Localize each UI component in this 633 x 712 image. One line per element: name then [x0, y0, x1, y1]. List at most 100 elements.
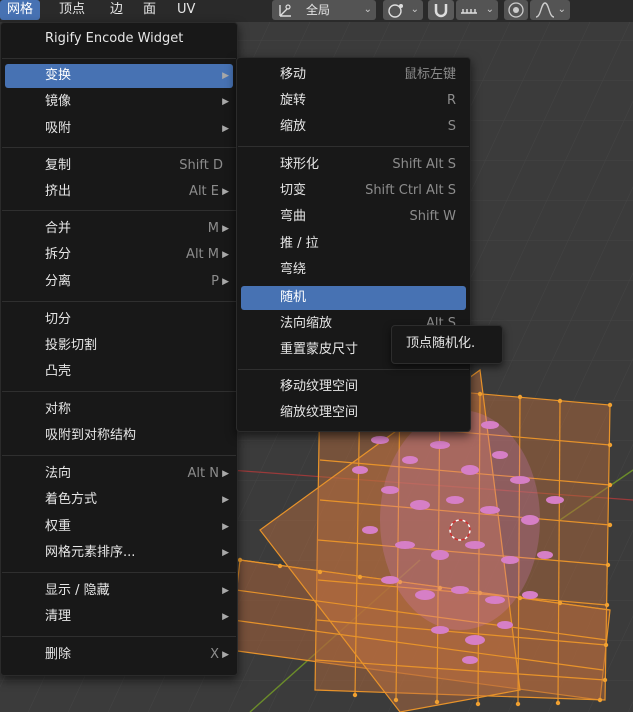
menu-item-label: 权重 [45, 519, 72, 534]
menu-item-clean-up[interactable]: 清理 ▶ [5, 605, 233, 629]
submenu-arrow-icon: ▶ [222, 586, 229, 596]
menu-item-convex-hull[interactable]: 凸壳 [5, 360, 233, 384]
menu-item-shortcut: Shift D [179, 158, 223, 173]
snap-increment-icon [459, 1, 481, 25]
menu-item-shortcut: R [446, 93, 456, 108]
menu-item-label: 移动纹理空间 [280, 379, 359, 394]
menu-mesh[interactable]: 网格 [0, 0, 41, 20]
menu-item-label: 删除 [45, 647, 72, 662]
menu-item-label: 拆分 [45, 247, 72, 262]
chevron-down-icon: ⌄ [485, 4, 494, 15]
menu-item-duplicate[interactable]: 复制 Shift D [5, 154, 233, 178]
menu-item-extrude[interactable]: 挤出 Alt E ▶ [5, 180, 233, 204]
tooltip: 顶点随机化. [391, 325, 503, 364]
submenu-item-scale-texture-space[interactable]: 缩放纹理空间 [241, 401, 466, 425]
snap-toggle[interactable] [428, 0, 454, 20]
chevron-down-icon: ⌄ [363, 4, 372, 15]
menu-uv[interactable]: UV [170, 0, 202, 20]
snap-element-dropdown[interactable]: ⌄ [456, 0, 498, 20]
transform-pivot-icon [276, 0, 296, 26]
menu-item-label: 法向 [45, 466, 72, 481]
tooltip-text: 顶点随机化. [406, 336, 476, 351]
menu-item-delete[interactable]: 删除 X ▶ [5, 643, 233, 667]
snap-icon [387, 1, 407, 25]
submenu-item-shear[interactable]: 切变 Shift Ctrl Alt S [241, 179, 466, 203]
submenu-arrow-icon: ▶ [222, 495, 229, 505]
menu-item-label: 球形化 [280, 157, 320, 172]
submenu-item-move-texture-space[interactable]: 移动纹理空间 [241, 375, 466, 399]
magnet-icon [431, 1, 451, 25]
menu-item-label: 移动 [280, 67, 307, 82]
menu-separator [238, 369, 469, 370]
menu-item-separate[interactable]: 分离 P ▶ [5, 270, 233, 294]
menu-item-show-hide[interactable]: 显示 / 隐藏 ▶ [5, 579, 233, 603]
menu-item-split[interactable]: 拆分 Alt M ▶ [5, 243, 233, 267]
menu-item-shortcut: S [447, 119, 456, 134]
menu-item-label: 缩放纹理空间 [280, 405, 359, 420]
submenu-arrow-icon: ▶ [222, 124, 229, 134]
menu-item-label: 法向缩放 [280, 316, 333, 331]
menu-item-label: 对称 [45, 402, 72, 417]
menu-face[interactable]: 面 [136, 0, 163, 20]
menu-item-label: 变换 [45, 68, 72, 83]
menu-item-mirror[interactable]: 镜像 ▶ [5, 90, 233, 114]
submenu-item-to-sphere[interactable]: 球形化 Shift Alt S [241, 153, 466, 177]
submenu-item-randomize[interactable]: 随机 [241, 286, 466, 310]
menu-item-symmetrize[interactable]: 对称 [5, 398, 233, 422]
submenu-item-rotate[interactable]: 旋转 R [241, 89, 466, 113]
menu-item-rigify-encode-widget[interactable]: Rigify Encode Widget [5, 27, 233, 51]
menu-item-label: 吸附到对称结构 [45, 428, 137, 443]
submenu-item-warp[interactable]: 弯绕 [241, 258, 466, 282]
mesh-menu: Rigify Encode Widget 变换 ▶ 镜像 ▶ 吸附 ▶ 复制 S… [0, 22, 238, 676]
menu-item-shortcut: M [207, 221, 219, 236]
menu-item-shading[interactable]: 着色方式 ▶ [5, 488, 233, 512]
menu-item-shortcut: X [210, 647, 219, 662]
submenu-arrow-icon: ▶ [222, 650, 229, 660]
menu-item-label: 切变 [280, 183, 307, 198]
submenu-item-scale[interactable]: 缩放 S [241, 115, 466, 139]
submenu-arrow-icon: ▶ [222, 277, 229, 287]
menu-item-bisect[interactable]: 切分 [5, 308, 233, 332]
menu-separator [2, 391, 236, 392]
proportional-falloff-dropdown[interactable]: ⌄ [530, 0, 570, 20]
menu-item-weights[interactable]: 权重 ▶ [5, 515, 233, 539]
menu-item-sort-elements[interactable]: 网格元素排序... ▶ [5, 541, 233, 565]
submenu-item-push-pull[interactable]: 推 / 拉 [241, 232, 466, 256]
submenu-arrow-icon: ▶ [222, 612, 229, 622]
submenu-item-move[interactable]: 移动 鼠标左键 [241, 63, 466, 87]
menu-separator [2, 455, 236, 456]
menu-item-transform[interactable]: 变换 ▶ [5, 64, 233, 88]
submenu-arrow-icon: ▶ [222, 187, 229, 197]
menu-item-shortcut: Alt E [189, 184, 219, 199]
menu-item-label: 缩放 [280, 119, 307, 134]
menu-separator [2, 147, 236, 148]
submenu-arrow-icon: ▶ [222, 224, 229, 234]
submenu-arrow-icon: ▶ [222, 250, 229, 260]
pivot-point-dropdown[interactable]: ⌄ [383, 0, 423, 20]
menu-item-shortcut: P [211, 274, 219, 289]
menu-item-snap[interactable]: 吸附 ▶ [5, 117, 233, 141]
menu-item-label: 旋转 [280, 93, 307, 108]
menu-edge[interactable]: 边 [103, 0, 130, 20]
menu-item-snap-to-symmetry[interactable]: 吸附到对称结构 [5, 424, 233, 448]
menu-item-label: 清理 [45, 609, 72, 624]
menu-separator [2, 572, 236, 573]
proportional-edit-toggle[interactable] [504, 0, 528, 20]
menu-vertex[interactable]: 顶点 [52, 0, 92, 20]
submenu-item-bend[interactable]: 弯曲 Shift W [241, 205, 466, 229]
menu-item-label: 推 / 拉 [280, 236, 319, 251]
menu-item-knife-project[interactable]: 投影切割 [5, 334, 233, 358]
menu-separator [2, 636, 236, 637]
transform-orientation-dropdown[interactable]: 全局 ⌄ [272, 0, 376, 20]
menu-item-normals[interactable]: 法向 Alt N ▶ [5, 462, 233, 486]
menu-item-label: 凸壳 [45, 364, 72, 379]
menu-item-shortcut: Shift Ctrl Alt S [365, 183, 456, 198]
menu-item-label: 网格元素排序... [45, 545, 136, 560]
menu-item-label: 复制 [45, 158, 72, 173]
menu-item-merge[interactable]: 合并 M ▶ [5, 217, 233, 241]
chevron-down-icon: ⌄ [557, 4, 566, 15]
submenu-arrow-icon: ▶ [222, 97, 229, 107]
submenu-arrow-icon: ▶ [222, 548, 229, 558]
menu-item-label: 着色方式 [45, 492, 98, 507]
menu-item-label: 显示 / 隐藏 [45, 583, 110, 598]
